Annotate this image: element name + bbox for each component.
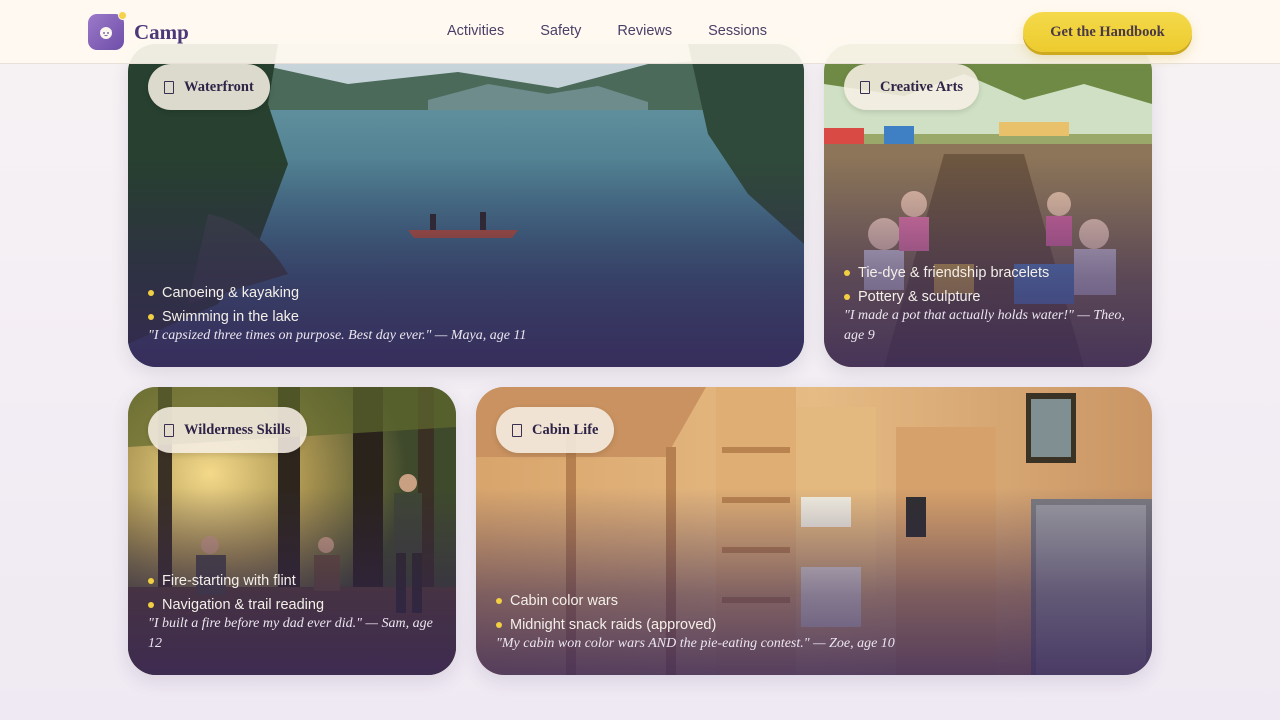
card-tag: Wilderness Skills <box>148 407 307 453</box>
activity-list: Tie-dye & friendship bracelets Pottery &… <box>844 261 1049 309</box>
camper-quote: "I capsized three times on purpose. Best… <box>148 328 527 343</box>
nav-sessions[interactable]: Sessions <box>708 23 767 39</box>
bullet-dot <box>148 314 154 320</box>
list-item: Cabin color wars <box>496 589 716 613</box>
activity-card-creative-arts[interactable]: Creative Arts Tie-dye & friendship brace… <box>824 44 1152 367</box>
bullet-dot <box>496 622 502 628</box>
camper-quote: "I made a pot that actually holds water!… <box>844 308 1125 343</box>
nav-safety[interactable]: Safety <box>540 23 581 39</box>
logo-badge-dot <box>118 11 127 20</box>
bullet-dot <box>148 578 154 584</box>
list-item-label: Swimming in the lake <box>162 309 299 325</box>
list-item: Fire-starting with flint <box>148 569 324 593</box>
page: Camp Activities Safety Reviews Sessions … <box>0 0 1280 720</box>
tag-icon <box>164 423 174 437</box>
list-item-label: Tie-dye & friendship bracelets <box>858 265 1050 281</box>
list-item-label: Midnight snack raids (approved) <box>510 617 717 633</box>
card-title: Cabin Life <box>532 421 599 438</box>
list-item-label: Cabin color wars <box>510 593 618 609</box>
list-item-label: Navigation & trail reading <box>162 597 325 613</box>
activity-list: Canoeing & kayaking Swimming in the lake <box>148 281 299 329</box>
nav-reviews[interactable]: Reviews <box>617 23 672 39</box>
main-nav: Activities Safety Reviews Sessions <box>447 23 767 39</box>
camper-mascot-icon <box>88 11 127 50</box>
list-item: Tie-dye & friendship bracelets <box>844 261 1049 285</box>
card-tag: Cabin Life <box>496 407 615 453</box>
card-tag: Creative Arts <box>844 64 980 110</box>
bullet-dot <box>496 598 502 604</box>
tag-icon <box>860 80 870 94</box>
list-item-label: Canoeing & kayaking <box>162 285 300 301</box>
activity-card-wilderness-skills[interactable]: Wilderness Skills Fire-starting with fli… <box>128 387 456 675</box>
site-header: Camp Activities Safety Reviews Sessions … <box>0 0 1280 64</box>
camper-quote: "My cabin won color wars AND the pie-eat… <box>496 636 895 651</box>
bullet-dot <box>148 290 154 296</box>
bullet-dot <box>844 294 850 300</box>
card-title: Waterfront <box>184 78 254 95</box>
list-item-label: Fire-starting with flint <box>162 573 296 589</box>
card-title: Creative Arts <box>880 78 964 95</box>
activity-card-cabin-life[interactable]: Cabin Life Cabin color wars Midnight sna… <box>476 387 1152 675</box>
nav-activities[interactable]: Activities <box>447 23 504 39</box>
card-title: Wilderness Skills <box>184 421 291 438</box>
brand[interactable]: Camp <box>88 11 189 50</box>
camper-quote: "I built a fire before my dad ever did."… <box>148 616 433 651</box>
list-item-label: Pottery & sculpture <box>858 289 981 305</box>
tag-icon <box>512 423 522 437</box>
get-handbook-button[interactable]: Get the Handbook <box>1023 12 1192 52</box>
bullet-dot <box>148 602 154 608</box>
activity-card-waterfront[interactable]: Waterfront Canoeing & kayaking Swimming … <box>128 44 804 367</box>
tag-icon <box>164 80 174 94</box>
activity-list: Fire-starting with flint Navigation & tr… <box>148 569 324 617</box>
brand-name: Camp <box>134 19 189 44</box>
list-item: Canoeing & kayaking <box>148 281 299 305</box>
card-tag: Waterfront <box>148 64 270 110</box>
activity-list: Cabin color wars Midnight snack raids (a… <box>496 589 716 637</box>
bullet-dot <box>844 270 850 276</box>
